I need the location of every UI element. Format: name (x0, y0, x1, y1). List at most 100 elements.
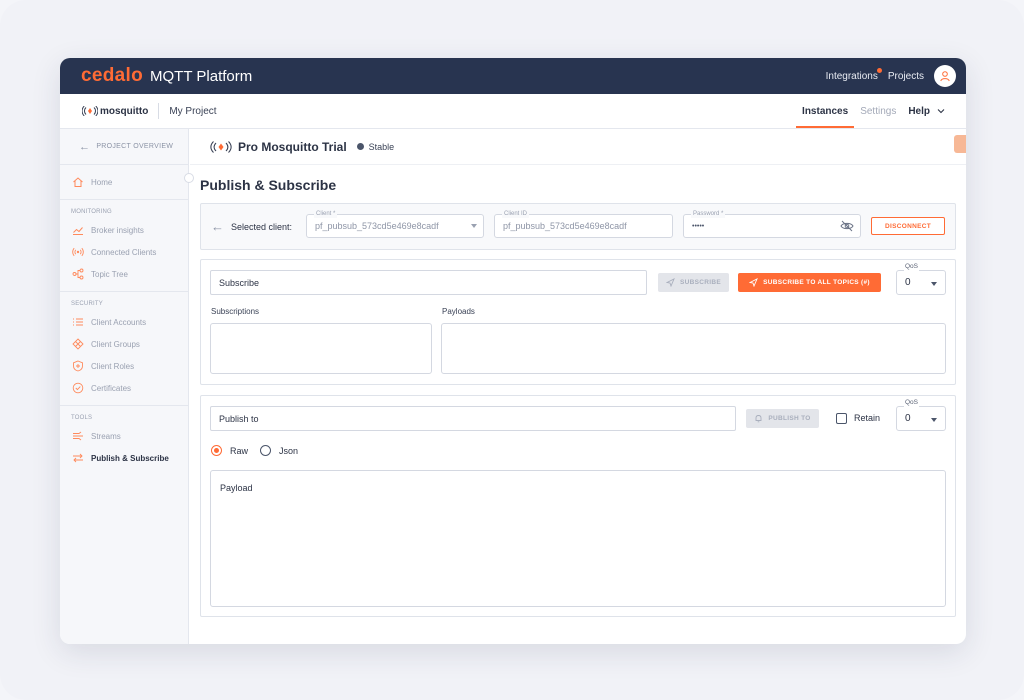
home-icon (71, 175, 85, 189)
tab-settings[interactable]: Settings (854, 94, 902, 128)
tree-icon (71, 267, 85, 281)
subscribe-all-button-label: SUBSCRIBE TO ALL TOPICS (#) (763, 279, 870, 286)
group-icon (71, 337, 85, 351)
sidebar: ← PROJECT OVERVIEW Home MONITORING Broke… (60, 129, 189, 644)
password-value: ••••• (692, 222, 705, 230)
mosquitto-logo[interactable]: mosquitto (82, 106, 148, 117)
avatar[interactable] (934, 65, 956, 87)
topbar-right: Integrations Projects (816, 65, 956, 87)
client-id-label: Client ID (502, 210, 530, 218)
password-field[interactable]: Password * ••••• (683, 210, 861, 238)
raw-radio[interactable] (211, 445, 222, 456)
divider (60, 291, 188, 292)
send-icon (666, 278, 675, 287)
subscribe-card: Subscribe SUBSCRIBE SUBSCRIBE TO ALL TOP… (200, 259, 956, 385)
payload-textarea[interactable]: Payload (210, 470, 946, 607)
subscribe-qos-label: QoS (904, 263, 920, 271)
project-overview-label: PROJECT OVERVIEW (96, 143, 174, 150)
subscribe-button[interactable]: SUBSCRIBE (658, 273, 729, 292)
top-bar: cedalo MQTT Platform Integrations Projec… (60, 58, 966, 94)
sub-bar: mosquitto My Project Instances Settings … (60, 94, 966, 129)
chevron-down-icon (931, 282, 937, 286)
retain-checkbox[interactable] (836, 413, 847, 424)
mosquitto-logo-text: mosquitto (100, 105, 149, 117)
section-security: SECURITY (71, 301, 103, 307)
sidebar-item-client-roles[interactable]: Client Roles (60, 355, 188, 377)
json-radio[interactable] (260, 445, 271, 456)
sidebar-item-label: Certificates (91, 383, 132, 393)
subscribe-qos-value: 0 (905, 277, 911, 288)
brand[interactable]: cedalo MQTT Platform (81, 65, 252, 87)
client-card: ← Selected client: Client * pf_pubsub_57… (200, 203, 956, 250)
section-tools: TOOLS (71, 415, 93, 421)
brand-name: MQTT Platform (150, 68, 253, 85)
broadcast-icon (71, 245, 85, 259)
shield-icon (71, 359, 85, 373)
broadcast-icon (210, 140, 232, 153)
tab-instances[interactable]: Instances (796, 94, 855, 128)
client-id-field[interactable]: Client ID pf_pubsub_573cd5e469e8cadf (494, 210, 673, 238)
tab-help-label: Help (908, 105, 930, 117)
list-icon (71, 315, 85, 329)
sidebar-item-label: Client Accounts (91, 317, 147, 327)
subscribe-topic-input[interactable]: Subscribe (210, 270, 647, 295)
sidebar-item-label: Streams (91, 431, 121, 441)
projects-link[interactable]: Projects (888, 71, 924, 82)
swap-arrows-icon (71, 451, 85, 465)
client-select[interactable]: Client * pf_pubsub_573cd5e469e8cadf (306, 210, 484, 238)
sidebar-item-client-accounts[interactable]: Client Accounts (60, 311, 188, 333)
sidebar-item-streams[interactable]: Streams (60, 425, 188, 447)
chevron-down-icon (937, 109, 945, 114)
chevron-down-icon (471, 224, 477, 228)
tab-help[interactable]: Help (902, 94, 952, 128)
brand-logo: cedalo (81, 65, 143, 86)
publish-qos-label: QoS (904, 399, 920, 407)
disconnect-button[interactable]: DISCONNECT (871, 217, 945, 235)
publish-topic-input[interactable]: Publish to (210, 406, 736, 431)
project-name[interactable]: My Project (169, 106, 216, 117)
streams-icon (71, 429, 85, 443)
page-title: Publish & Subscribe (200, 177, 337, 193)
payloads-list[interactable] (441, 323, 946, 374)
publish-qos-value: 0 (905, 413, 911, 424)
client-id-value: pf_pubsub_573cd5e469e8cadf (503, 221, 627, 231)
user-icon (940, 71, 950, 82)
client-select-value: pf_pubsub_573cd5e469e8cadf (315, 221, 439, 231)
back-arrow-icon[interactable]: ← (211, 219, 224, 234)
chevron-down-icon (931, 418, 937, 422)
bell-icon (755, 415, 762, 423)
sidebar-item-connected-clients[interactable]: Connected Clients (60, 241, 188, 263)
sidebar-item-home[interactable]: Home (60, 171, 188, 193)
publish-button[interactable]: PUBLISH TO (746, 409, 819, 428)
divider (60, 405, 188, 406)
subscriptions-list[interactable] (210, 323, 432, 374)
publish-qos-select[interactable]: QoS 0 (896, 399, 946, 431)
instance-name[interactable]: Pro Mosquitto Trial (238, 140, 347, 154)
broadcast-icon (82, 106, 98, 116)
eye-off-icon[interactable] (840, 220, 854, 232)
main-content: Pro Mosquitto Trial Stable Publish & Sub… (190, 129, 966, 644)
sidebar-item-label: Client Roles (91, 361, 135, 371)
sidebar-item-certificates[interactable]: Certificates (60, 377, 188, 399)
sidebar-item-broker-insights[interactable]: Broker insights (60, 219, 188, 241)
project-overview-link[interactable]: ← PROJECT OVERVIEW (60, 129, 188, 165)
divider (158, 103, 160, 119)
sidebar-item-topic-tree[interactable]: Topic Tree (60, 263, 188, 285)
instance-status: Stable (368, 141, 395, 152)
subscribe-button-label: SUBSCRIBE (680, 279, 721, 286)
subscribe-all-button[interactable]: SUBSCRIBE TO ALL TOPICS (#) (738, 273, 881, 292)
divider (60, 199, 188, 200)
publish-button-label: PUBLISH TO (768, 415, 811, 422)
section-monitoring: MONITORING (71, 209, 112, 215)
sidebar-item-label: Topic Tree (91, 269, 128, 279)
send-icon (749, 278, 758, 287)
sidebar-item-label: Publish & Subscribe (91, 453, 169, 463)
sidebar-item-label: Home (91, 177, 113, 187)
sidebar-item-client-groups[interactable]: Client Groups (60, 333, 188, 355)
sidebar-item-publish-subscribe[interactable]: Publish & Subscribe (60, 447, 188, 469)
subscribe-qos-select[interactable]: QoS 0 (896, 263, 946, 295)
integrations-link[interactable]: Integrations (826, 67, 882, 82)
app-window: cedalo MQTT Platform Integrations Projec… (60, 58, 966, 644)
sidebar-item-label: Connected Clients (91, 247, 157, 257)
side-panel-tab[interactable] (954, 135, 966, 153)
